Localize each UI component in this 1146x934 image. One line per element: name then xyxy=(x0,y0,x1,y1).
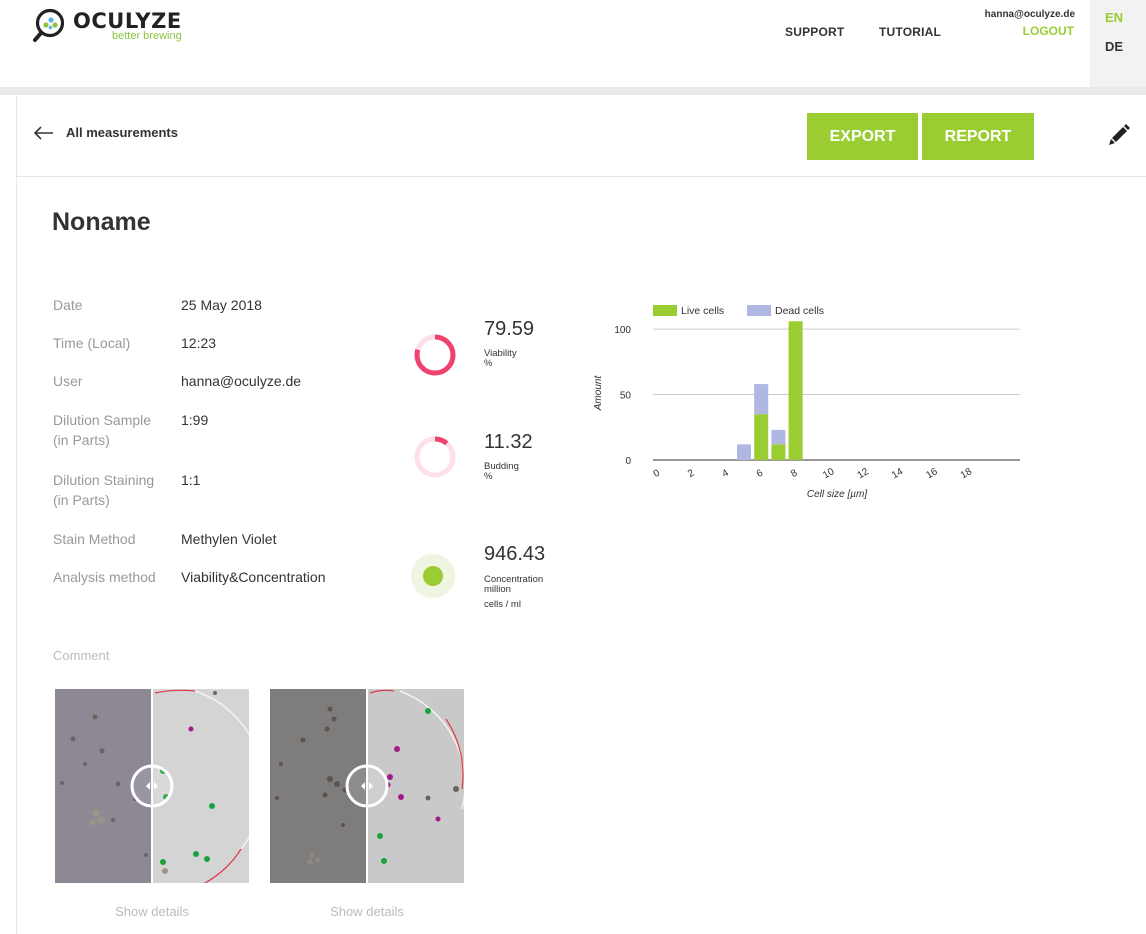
language-en[interactable]: EN xyxy=(1105,10,1123,25)
x-tick-label: 4 xyxy=(720,467,731,480)
detail-value-dilution-staining: 1:1 xyxy=(181,472,201,488)
toolbar-divider xyxy=(17,176,1146,177)
report-button[interactable]: REPORT xyxy=(922,113,1034,160)
show-details-link-2[interactable]: Show details xyxy=(270,904,464,919)
y-tick-label: 50 xyxy=(620,391,632,402)
comment-label[interactable]: Comment xyxy=(53,648,109,663)
y-axis-label: Amount xyxy=(593,375,604,412)
measurement-title[interactable]: Noname xyxy=(52,208,151,237)
detail-label-user: User xyxy=(53,373,83,389)
cell-size-histogram: 0 50 100 0 2 4 6 8 10 12 14 16 18 Cell size [µm] Amoun… xyxy=(593,305,1020,500)
concentration-unit-line2: cells / ml xyxy=(484,599,521,610)
bar-live-cells xyxy=(771,444,786,460)
oculyze-logo[interactable]: OCULYZE better brewing xyxy=(33,6,182,44)
budding-ring xyxy=(414,436,456,478)
content-left-border xyxy=(16,95,17,934)
legend-label-dead: Dead cells xyxy=(775,305,824,317)
legend-swatch-dead xyxy=(747,305,771,316)
x-tick-label: 10 xyxy=(821,466,837,481)
detail-value-stain-method: Methylen Violet xyxy=(181,531,277,547)
y-tick-label: 100 xyxy=(614,325,631,336)
y-tick-label: 0 xyxy=(625,456,631,467)
legend-label-live: Live cells xyxy=(681,305,724,317)
top-header: OCULYZE better brewing SUPPORT TUTORIAL … xyxy=(0,0,1146,87)
microscope-image xyxy=(270,689,464,883)
concentration-unit-line1: million xyxy=(484,584,511,595)
detail-label-date: Date xyxy=(53,297,83,313)
detail-label-analysis-method: Analysis method xyxy=(53,569,156,585)
x-tick-label: 2 xyxy=(686,467,697,480)
microscope-image xyxy=(55,689,249,883)
x-tick-label: 6 xyxy=(755,467,766,480)
logo-name: OCULYZE xyxy=(73,9,182,33)
detail-value-analysis-method: Viability&Concentration xyxy=(181,569,326,585)
cell-image-comparison-1[interactable] xyxy=(55,689,249,883)
detail-label-dilution-sample: Dilution Sample (in Parts) xyxy=(53,412,152,448)
x-tick-label: 12 xyxy=(856,466,872,481)
bar-dead-cells xyxy=(771,429,786,445)
pencil-edit-icon[interactable] xyxy=(1108,124,1130,146)
detail-value-time: 12:23 xyxy=(181,335,217,351)
bar-dead-cells xyxy=(737,444,751,460)
viability-value: 79.59 xyxy=(484,318,535,340)
x-tick-label: 0 xyxy=(652,467,663,480)
detail-value-user: hanna@oculyze.de xyxy=(181,373,302,389)
nav-support[interactable]: SUPPORT xyxy=(785,25,844,39)
detail-label-stain-method: Stain Method xyxy=(53,531,136,547)
detail-label-time: Time (Local) xyxy=(53,335,131,351)
x-tick-label: 18 xyxy=(959,466,975,481)
show-details-link-1[interactable]: Show details xyxy=(55,904,249,919)
detail-label-dilution-staining: Dilution Staining (in Parts) xyxy=(53,472,155,508)
export-button[interactable]: EXPORT xyxy=(807,113,918,160)
budding-unit: % xyxy=(484,471,493,482)
arrow-left-icon xyxy=(34,125,53,140)
x-tick-label: 16 xyxy=(924,466,940,481)
detail-value-dilution-sample: 1:99 xyxy=(181,412,209,428)
back-label: All measurements xyxy=(66,125,178,140)
concentration-dot xyxy=(411,554,455,598)
user-email: hanna@oculyze.de xyxy=(984,9,1075,20)
x-axis-label: Cell size [µm] xyxy=(807,489,867,500)
logout-link[interactable]: LOGOUT xyxy=(1023,24,1074,38)
x-tick-label: 8 xyxy=(789,467,800,480)
cell-image-comparison-2[interactable] xyxy=(270,689,464,883)
header-divider xyxy=(0,87,1146,95)
language-de[interactable]: DE xyxy=(1105,39,1123,54)
legend-swatch-live xyxy=(653,305,677,316)
concentration-value: 946.43 xyxy=(484,543,546,565)
viability-unit: % xyxy=(484,358,493,369)
magnifier-logo-icon xyxy=(33,8,65,42)
back-to-measurements-link[interactable]: All measurements xyxy=(34,125,178,140)
nav-tutorial[interactable]: TUTORIAL xyxy=(879,25,941,39)
detail-value-date: 25 May 2018 xyxy=(181,297,262,313)
budding-value: 11.32 xyxy=(484,431,533,453)
bar-dead-cells xyxy=(754,384,769,415)
bar-live-cells xyxy=(754,414,769,460)
viability-ring xyxy=(414,334,456,376)
bar-live-cells xyxy=(788,321,803,460)
x-tick-label: 14 xyxy=(890,466,906,481)
